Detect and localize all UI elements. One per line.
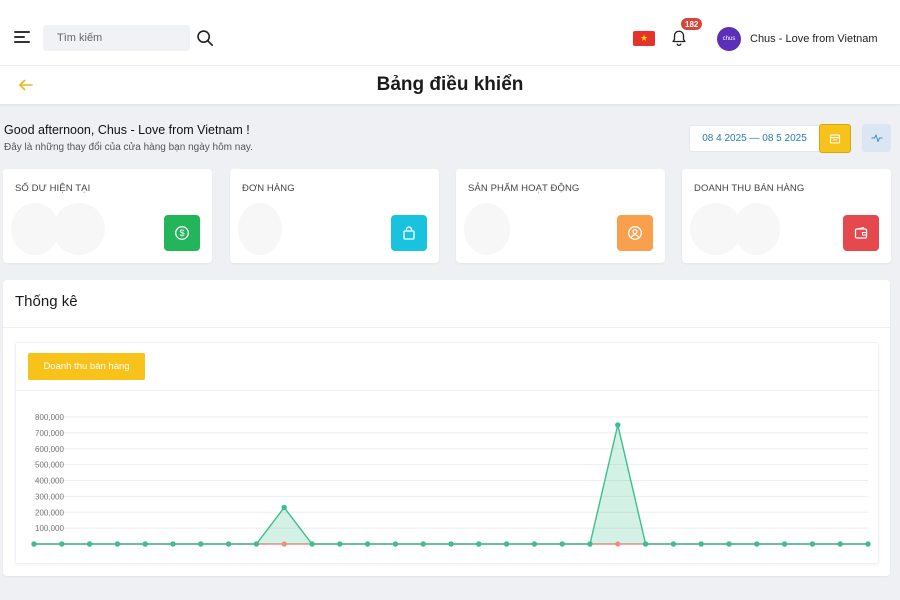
search-input[interactable]: [43, 25, 190, 51]
data-point[interactable]: [615, 422, 621, 428]
greeting-title: Good afternoon, Chus - Love from Vietnam…: [4, 123, 250, 137]
greeting-subtitle: Đây là những thay đổi của cửa hàng bạn n…: [4, 142, 253, 153]
data-point[interactable]: [59, 541, 65, 547]
data-point[interactable]: [531, 541, 538, 547]
tab-sales-revenue[interactable]: Doanh thu bán hàng: [28, 353, 145, 380]
y-tick-label: 600,000: [35, 445, 64, 454]
notification-bell-icon[interactable]: [670, 29, 688, 47]
data-point[interactable]: [114, 541, 120, 547]
notification-count-badge: 182: [681, 18, 703, 30]
data-point[interactable]: [198, 541, 204, 547]
card-title: SỐ DƯ HIỆN TẠI: [15, 183, 91, 194]
data-point[interactable]: [782, 541, 788, 547]
data-point[interactable]: [504, 541, 510, 547]
card-value-placeholder: [690, 203, 785, 257]
data-point[interactable]: [420, 541, 426, 547]
flag-star: ★: [639, 33, 649, 43]
data-point[interactable]: [837, 541, 843, 547]
activity-pulse-icon: [871, 134, 882, 142]
y-tick-label: 100,000: [35, 524, 64, 533]
card-current-balance: SỐ DƯ HIỆN TẠI $: [3, 169, 212, 263]
user-avatar[interactable]: chus: [717, 27, 741, 51]
data-point[interactable]: [87, 541, 93, 547]
calendar-button[interactable]: [819, 124, 851, 153]
data-point[interactable]: [365, 541, 371, 547]
data-point[interactable]: [587, 541, 593, 547]
wallet-icon: [854, 226, 868, 239]
data-point[interactable]: [309, 541, 315, 547]
data-point[interactable]: [809, 541, 816, 547]
svg-text:$: $: [179, 228, 184, 238]
language-flag-icon[interactable]: ★: [633, 31, 655, 46]
card-value-placeholder: [11, 203, 106, 257]
data-point[interactable]: [476, 541, 482, 547]
user-name[interactable]: Chus - Love from Vietnam: [750, 33, 878, 45]
stats-panel: Thống kê Doanh thu bán hàng 800,000 700,0…: [3, 280, 890, 576]
revenue-chart: 800,000 700,000 600,000 500,000 400,000 300,0…: [31, 413, 871, 547]
card-value-placeholder: [238, 203, 333, 257]
data-point[interactable]: [281, 504, 287, 511]
page-header: Bảng điều khiển: [0, 66, 900, 105]
data-point[interactable]: [865, 541, 871, 547]
y-tick-label: 400,000: [35, 477, 64, 486]
series-line: [34, 424, 868, 545]
card-icon-box: [843, 215, 879, 251]
data-point[interactable]: [615, 541, 621, 547]
card-icon-box: $: [164, 215, 200, 251]
dollar-icon: $: [175, 226, 189, 240]
data-point[interactable]: [698, 541, 704, 547]
data-point[interactable]: [392, 541, 398, 547]
calendar-icon: [829, 133, 841, 144]
top-bar: ★ 182 chus Chus - Love from Vietnam: [0, 0, 900, 66]
card-title: ĐƠN HÀNG: [242, 183, 295, 194]
user-circle-icon: [628, 226, 642, 240]
data-point[interactable]: [253, 541, 259, 547]
y-tick-label: 700,000: [35, 429, 64, 438]
card-value-placeholder: [464, 203, 559, 257]
data-point[interactable]: [170, 541, 176, 547]
y-tick-label: 300,000: [35, 492, 64, 501]
y-tick-label: 200,000: [35, 508, 64, 517]
data-point[interactable]: [31, 541, 37, 547]
card-icon-box: [617, 215, 653, 251]
card-title: DOANH THU BÁN HÀNG: [694, 183, 805, 194]
card-title: SẢN PHẨM HOẠT ĐỘNG: [468, 183, 580, 194]
card-orders: ĐƠN HÀNG: [230, 169, 439, 263]
data-point[interactable]: [726, 541, 732, 547]
page-title: Bảng điều khiển: [376, 74, 524, 95]
data-point[interactable]: [226, 541, 232, 547]
y-tick-label: 800,000: [35, 413, 64, 422]
data-point[interactable]: [448, 541, 454, 547]
activity-button[interactable]: [862, 124, 891, 152]
chart-card: Doanh thu bán hàng 800,000 700,000 600,000…: [15, 342, 880, 564]
data-point[interactable]: [754, 541, 760, 547]
data-point[interactable]: [142, 541, 148, 547]
stats-title: Thống kê: [15, 293, 78, 310]
search-icon[interactable]: [196, 29, 214, 47]
shopping-bag-icon: [403, 226, 415, 240]
y-tick-label: 500,000: [35, 461, 64, 470]
data-point[interactable]: [337, 541, 343, 547]
data-point[interactable]: [643, 541, 649, 547]
data-point[interactable]: [281, 541, 287, 547]
hamburger-menu-icon[interactable]: [14, 31, 32, 45]
card-sales-revenue: DOANH THU BÁN HÀNG: [682, 169, 891, 263]
card-icon-box: [391, 215, 427, 251]
data-point[interactable]: [559, 541, 565, 547]
series-area: [34, 424, 868, 544]
avatar-text: chus: [722, 36, 736, 42]
date-range-picker[interactable]: 08 4 2025 — 08 5 2025: [689, 125, 819, 152]
card-active-products: SẢN PHẨM HOẠT ĐỘNG: [456, 169, 665, 263]
data-point[interactable]: [670, 541, 677, 547]
divider: [3, 327, 890, 328]
